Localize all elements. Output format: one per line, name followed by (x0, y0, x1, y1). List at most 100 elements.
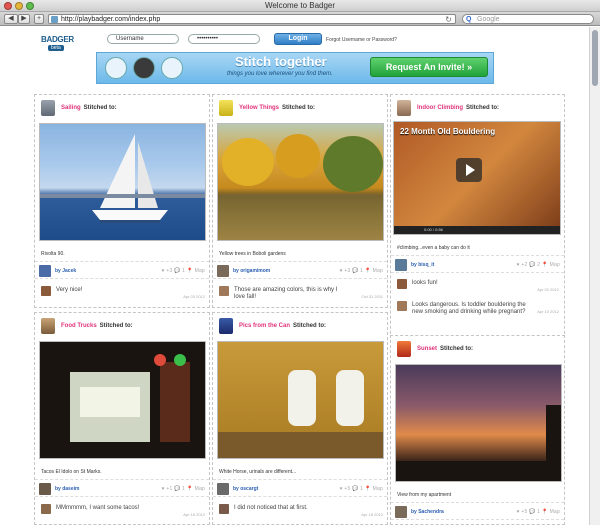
play-icon[interactable] (456, 158, 482, 182)
avatar[interactable] (39, 483, 51, 495)
reload-icon[interactable]: ↻ (445, 15, 452, 24)
address-bar[interactable]: http://playbadger.com/index.php ↻ (48, 14, 456, 24)
post-photo[interactable] (39, 123, 206, 241)
avatar[interactable] (397, 279, 407, 289)
author-row: by origamimom ♥ +3 💬 1 📍 Map (213, 261, 387, 279)
badge-icon (397, 341, 411, 357)
post-stats[interactable]: ♥ +3 💬 1 📍 Map (340, 268, 383, 274)
author-link[interactable]: by daseim (55, 486, 79, 492)
avatar[interactable] (219, 286, 229, 296)
search-field[interactable]: Q Google (462, 14, 594, 24)
stitched-label: Stitched to: (99, 323, 133, 329)
badge-icon (41, 318, 55, 334)
post-stats[interactable]: ♥ +1 💬 1 📍 Map (162, 486, 205, 492)
zoom-window-button[interactable] (26, 2, 34, 10)
add-bookmark-button[interactable]: + (34, 14, 44, 24)
avatar[interactable] (217, 265, 229, 277)
post-photo[interactable] (217, 341, 384, 459)
vertical-scrollbar[interactable] (589, 27, 600, 525)
back-button[interactable]: ◀ (4, 14, 18, 24)
author-link[interactable]: by origamimom (233, 268, 270, 274)
post-caption: #climbing...even a baby can do it (397, 245, 470, 251)
login-button[interactable]: Login (274, 33, 322, 45)
author-link[interactable]: by bisq_it (411, 262, 434, 268)
comment-date: Apr 10 2012 (537, 309, 559, 314)
avatar[interactable] (41, 286, 51, 296)
comment-date: Apr 02 2012 (537, 287, 559, 292)
food-truck-image (70, 354, 190, 442)
tag-link[interactable]: Sailing (61, 105, 81, 111)
video-player[interactable]: 22 Month Old Bouldering 0:00 / 0:56 (393, 121, 561, 235)
invite-banner: Stitch together things you love wherever… (96, 52, 494, 84)
close-window-button[interactable] (4, 2, 12, 10)
post-photo[interactable] (217, 123, 384, 241)
post-stats[interactable]: ♥ +5 💬 1 📍 Map (517, 509, 560, 515)
author-row: by daseim ♥ +1 💬 1 📍 Map (35, 479, 209, 497)
comment-text: MMmmmm, I want some tacos! (56, 505, 140, 511)
minimize-window-button[interactable] (15, 2, 23, 10)
tag-link[interactable]: Pics from the Can (239, 323, 290, 329)
comment-date: Apr 18 2012 (361, 512, 383, 517)
tag-link[interactable]: Indoor Climbing (417, 105, 463, 111)
post-stats[interactable]: ♥ +5 💬 1 📍 Map (340, 486, 383, 492)
stitched-label: Stitched to: (440, 346, 474, 352)
comment: MMmmmm, I want some tacos! Apr 18 2012 (41, 503, 205, 519)
post-stats[interactable]: ♥ +3 💬 1 📍 Map (162, 268, 205, 274)
avatar[interactable] (39, 265, 51, 277)
window-controls (4, 2, 34, 10)
request-invite-button[interactable]: Request An Invite! » (370, 57, 488, 77)
author-link[interactable]: by oscargt (233, 486, 258, 492)
post-photo[interactable] (39, 341, 206, 459)
post-caption: Yellow trees in Boboli gardens (219, 251, 286, 257)
card-header: Yellow Things Stitched to: (219, 99, 315, 117)
avatar[interactable] (219, 504, 229, 514)
stitched-label: Stitched to: (293, 323, 327, 329)
web-page: BADGER beta Username •••••••••• Login Fo… (0, 27, 589, 525)
shield-icon (105, 57, 127, 79)
stitch-card: Food Trucks Stitched to: Tacos El Idolo … (34, 312, 210, 525)
author-row: by oscargt ♥ +5 💬 1 📍 Map (213, 479, 387, 497)
browser-toolbar: ◀ ▶ + http://playbadger.com/index.php ↻ … (0, 12, 600, 26)
password-field[interactable]: •••••••••• (188, 34, 260, 44)
forward-button[interactable]: ▶ (18, 14, 30, 24)
tag-link[interactable]: Yellow Things (239, 105, 279, 111)
banner-headline: Stitch together (235, 54, 327, 69)
card-header: Sunset Stitched to: (397, 340, 473, 358)
avatar[interactable] (41, 504, 51, 514)
stitch-card: Indoor Climbing Stitched to: 22 Month Ol… (390, 94, 565, 354)
stitched-label: Stitched to: (282, 105, 316, 111)
badger-logo[interactable]: BADGER beta (38, 33, 76, 55)
card-header: Indoor Climbing Stitched to: (397, 99, 499, 117)
stitch-card: Pics from the Can Stitched to: White Hor… (212, 312, 388, 525)
video-title: 22 Month Old Bouldering (400, 127, 496, 136)
avatar[interactable] (395, 259, 407, 271)
post-caption: Tacos El Idolo on St Marks. (41, 469, 102, 475)
author-link[interactable]: by Sachendra (411, 509, 444, 515)
post-caption: View from my apartment (397, 492, 452, 498)
author-link[interactable]: by Jacek (55, 268, 76, 274)
avatar[interactable] (217, 483, 229, 495)
badge-icon (41, 100, 55, 116)
comment-text: Looks dangerous. Is toddler bouldering t… (412, 302, 526, 315)
comment-date: Oct 31 2011 (361, 294, 384, 299)
stitched-label: Stitched to: (466, 105, 499, 111)
forgot-password-link[interactable]: Forgot Username or Password? (326, 37, 397, 43)
avatar[interactable] (397, 301, 407, 311)
post-caption: White Horse, urinals are different... (219, 469, 297, 475)
avatar[interactable] (395, 506, 407, 518)
post-stats[interactable]: ♥ +2 💬 2 📍 Map (517, 262, 560, 268)
post-photo[interactable] (395, 364, 562, 482)
window-titlebar: Welcome to Badger (0, 0, 600, 12)
tag-link[interactable]: Food Trucks (61, 323, 97, 329)
scrollbar-thumb[interactable] (592, 30, 598, 86)
binoculars-icon (161, 57, 183, 79)
video-controls[interactable]: 0:00 / 0:56 (394, 226, 560, 234)
username-field[interactable]: Username (107, 34, 179, 44)
tag-link[interactable]: Sunset (417, 346, 437, 352)
comment-text: looks fun! (412, 280, 438, 286)
google-icon: Q (466, 16, 472, 23)
sailboat-image (40, 134, 205, 223)
park-image (218, 134, 383, 240)
badge-icon (397, 100, 411, 116)
comment-text: Those are amazing colors, this is why I … (234, 287, 338, 300)
